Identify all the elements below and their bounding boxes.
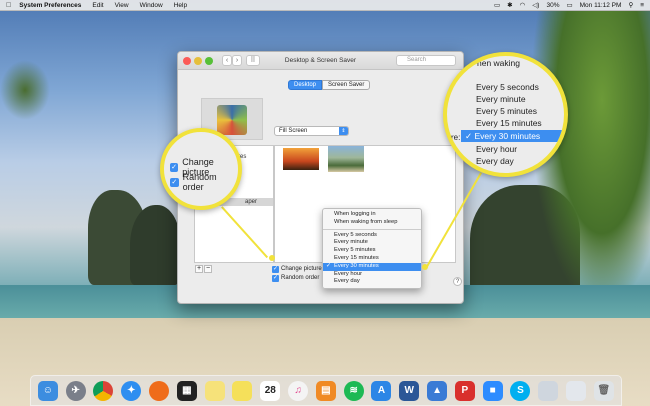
menu-item-hour[interactable]: Every hour [323, 271, 421, 279]
search-icon[interactable]: ⚲ [628, 1, 633, 9]
interval-menu: When logging in When waking from sleep E… [322, 208, 422, 290]
menu-edit[interactable]: Edit [92, 2, 103, 9]
window-titlebar: ‹ › ⠿ Desktop & Screen Saver Search [178, 52, 463, 70]
checkbox-checked-icon: ✓ [170, 177, 179, 187]
preview-icon[interactable] [538, 380, 559, 401]
skype-icon[interactable]: S [510, 380, 531, 401]
help-button[interactable]: ? [453, 277, 462, 286]
magnified-item-5-seconds: Every 5 seconds [476, 82, 539, 92]
dock: ☺ ✈ ✦ ▦ 28 ♫ ▤ ≋ A W ▲ P ■ S 🗑 [30, 375, 622, 406]
wallpaper-option-sunset[interactable] [283, 148, 319, 170]
photo-booth-icon[interactable]: ▦ [176, 380, 197, 401]
random-order-label: Random order [281, 275, 320, 281]
tab-desktop[interactable]: Desktop [288, 80, 323, 90]
safari-icon[interactable]: ✦ [121, 380, 142, 401]
menu-item-30-minutes[interactable]: ✓ Every 30 minutes [323, 262, 421, 271]
remove-folder-button[interactable]: − [204, 265, 212, 273]
calendar-icon[interactable]: 28 [260, 380, 281, 401]
clock[interactable]: Mon 11:12 PM [580, 2, 622, 9]
menu-item-logging-in[interactable]: When logging in [323, 211, 421, 219]
launchpad-icon[interactable]: ✈ [65, 380, 86, 401]
battery-percent[interactable]: 30% [546, 2, 559, 9]
magnified-label-partial: re: [451, 133, 461, 142]
magnified-item-5-minutes: Every 5 minutes [476, 106, 537, 116]
menu-item-minute[interactable]: Every minute [323, 239, 421, 247]
magnified-random-order: ✓ Random order [170, 172, 238, 192]
random-order-checkbox[interactable]: ✓ [272, 275, 279, 282]
keynote-icon[interactable]: ▲ [427, 380, 448, 401]
bluetooth-icon[interactable]: ✱ [507, 1, 512, 9]
tab-bar: Desktop Screen Saver [288, 80, 371, 90]
finder-icon[interactable]: ☺ [37, 380, 58, 401]
stickies-icon[interactable] [232, 380, 253, 401]
chevron-updown-icon: ⇕ [339, 127, 348, 135]
menu-window[interactable]: Window [140, 2, 163, 9]
wps-icon[interactable]: P [454, 380, 475, 401]
add-folder-button[interactable]: + [195, 265, 203, 273]
menu-view[interactable]: View [115, 2, 129, 9]
menu-help[interactable]: Help [174, 2, 187, 9]
volume-icon[interactable]: ◁) [532, 1, 539, 9]
trash-icon[interactable]: 🗑 [593, 380, 614, 401]
battery-icon[interactable]: ▭ [566, 1, 572, 9]
cliff [130, 205, 180, 285]
menu-item-day[interactable]: Every day [323, 278, 421, 286]
menu-bar:  System Preferences Edit View Window He… [0, 0, 650, 11]
menu-item-30-minutes-label: Every 30 minutes [334, 262, 379, 269]
menu-item-5-seconds[interactable]: Every 5 seconds [323, 232, 421, 240]
menu-item-15-minutes[interactable]: Every 15 minutes [323, 255, 421, 263]
notes-icon[interactable] [204, 380, 225, 401]
search-field[interactable]: Search [396, 55, 456, 66]
magnifier-interval-menu: hen waking Every 5 seconds Every minute … [443, 52, 568, 177]
callout-dot [422, 264, 428, 270]
wallpaper-option-beach[interactable] [328, 146, 364, 172]
callout-dot [269, 255, 275, 261]
foliage [0, 60, 50, 120]
fill-mode-popup[interactable]: Fill Screen ⇕ [274, 126, 349, 136]
magnified-item-hour: Every hour [476, 144, 518, 154]
magnified-item-15-minutes: Every 15 minutes [476, 118, 542, 128]
word-icon[interactable]: W [399, 380, 420, 401]
magnified-item-30-minutes: ✓ Every 30 minutes [461, 130, 564, 142]
change-picture-checkbox[interactable]: ✓ [272, 266, 279, 273]
window-thumbnail-icon[interactable] [566, 380, 587, 401]
zoom-icon[interactable]: ■ [482, 380, 503, 401]
magnified-item-minute: Every minute [476, 94, 526, 104]
spotify-icon[interactable]: ≋ [343, 380, 364, 401]
checkmark-icon: ✓ [465, 131, 473, 141]
magnified-item-day: Every day [476, 156, 514, 166]
menu-system-preferences[interactable]: System Preferences [19, 2, 81, 9]
chrome-icon[interactable] [93, 380, 114, 401]
magnifier-checkboxes: ✓ Change picture ✓ Random order [160, 128, 242, 210]
wallpaper-thumbnail [217, 105, 247, 135]
itunes-icon[interactable]: ♫ [288, 380, 309, 401]
magnified-item-waking: hen waking [477, 58, 521, 68]
checkmark-icon: ✓ [326, 262, 331, 269]
tab-screen-saver[interactable]: Screen Saver [322, 80, 371, 90]
ibooks-icon[interactable]: ▤ [315, 380, 336, 401]
menu-separator [323, 228, 421, 230]
app-store-icon[interactable]: A [371, 380, 392, 401]
menu-item-5-minutes[interactable]: Every 5 minutes [323, 247, 421, 255]
fill-mode-value: Fill Screen [279, 128, 308, 134]
firefox-icon[interactable] [149, 380, 170, 401]
airplay-icon[interactable]: ▭ [494, 1, 500, 9]
change-picture-label: Change picture [281, 266, 322, 272]
checkbox-checked-icon: ✓ [170, 162, 179, 172]
magnified-random-order-label: Random order [182, 172, 217, 192]
notification-center-icon[interactable]: ≡ [640, 2, 644, 9]
wifi-icon[interactable]: ◠ [520, 1, 526, 9]
apple-menu-icon[interactable]:  [6, 2, 11, 9]
magnified-item-30-minutes-label: Every 30 minutes [474, 131, 541, 141]
menu-item-waking[interactable]: When waking from sleep [323, 219, 421, 227]
